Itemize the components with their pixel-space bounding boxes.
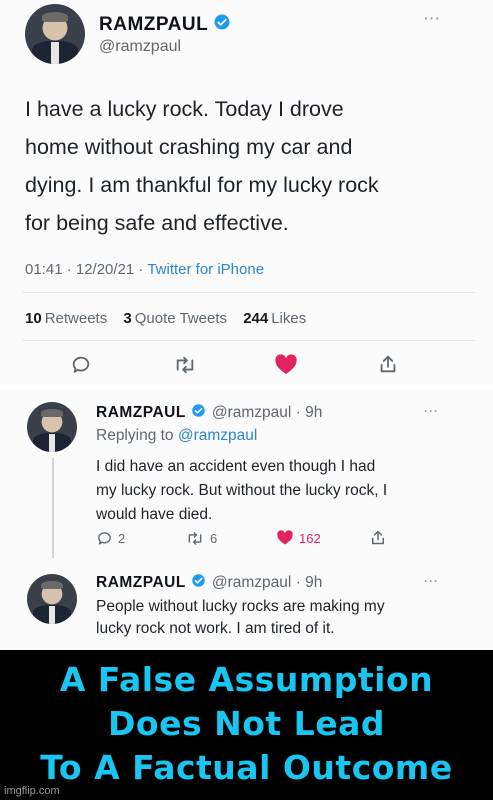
- quote-tweets-count: 3: [123, 310, 132, 327]
- share-icon[interactable]: [377, 352, 399, 376]
- verified-badge-icon: [191, 403, 206, 423]
- reply-handle-time[interactable]: @ramzpaul · 9h: [212, 574, 323, 592]
- reply-author-row: RAMZPAUL @ramzpaul · 9h: [96, 573, 322, 593]
- retweet-count: 6: [210, 531, 218, 546]
- reply-handle-time[interactable]: @ramzpaul · 9h: [212, 404, 323, 422]
- reply-author-row: RAMZPAUL @ramzpaul · 9h: [96, 403, 322, 423]
- like-action[interactable]: 162: [276, 530, 321, 546]
- replying-to-label: Replying to: [96, 427, 178, 444]
- likes-count: 244: [243, 310, 269, 327]
- reply-author-name[interactable]: RAMZPAUL: [96, 404, 186, 422]
- reply-author-name[interactable]: RAMZPAUL: [96, 574, 186, 592]
- reply-icon[interactable]: [70, 354, 92, 376]
- reply-text-line: I did have an accident even though I had: [96, 458, 376, 475]
- caption-line: Does Not Lead: [108, 704, 385, 743]
- tweet-meta: 01:41 · 12/20/21 · Twitter for iPhone: [25, 261, 264, 278]
- replying-to-handle[interactable]: @ramzpaul: [178, 427, 257, 444]
- main-tweet: RAMZPAUL @ramzpaul ··· I have a lucky ro…: [0, 0, 493, 385]
- author-handle[interactable]: @ramzpaul: [99, 38, 181, 56]
- tweet-text: I have a lucky rock. Today I drove home …: [25, 90, 379, 242]
- reply-count: 2: [118, 531, 126, 546]
- watermark: imgflip.com: [4, 785, 60, 797]
- caption-line: A False Assumption: [59, 660, 434, 699]
- tweet-text-line: I have a lucky rock. Today I drove: [25, 97, 344, 121]
- divider: [22, 340, 475, 341]
- replies-thread: RAMZPAUL @ramzpaul · 9h ··· Replying to …: [0, 390, 493, 650]
- caption-line: To A Factual Outcome: [40, 748, 453, 787]
- like-count: 162: [299, 530, 321, 546]
- reply-text-line: People without lucky rocks are making my: [96, 598, 385, 615]
- tweet-client-link[interactable]: Twitter for iPhone: [147, 261, 264, 278]
- reply-icon: [98, 532, 111, 545]
- reply-text: People without lucky rocks are making my…: [96, 596, 385, 640]
- divider: [22, 292, 475, 293]
- retweets-stat[interactable]: 10 Retweets: [25, 310, 107, 327]
- reply-text-line: would have died.: [96, 506, 213, 523]
- reply-text-line: my lucky rock. But without the lucky roc…: [96, 482, 388, 499]
- reply-text-line: lucky rock not work. I am tired of it.: [96, 620, 335, 637]
- more-horizontal-icon[interactable]: ···: [424, 574, 439, 588]
- tweet-text-line: for being safe and effective.: [25, 211, 289, 235]
- author-avatar[interactable]: [25, 4, 85, 64]
- reply-action[interactable]: 2: [96, 530, 125, 547]
- heart-icon[interactable]: [274, 354, 298, 376]
- verified-badge-icon: [191, 573, 206, 593]
- verified-badge-icon: [213, 13, 231, 36]
- replying-to: Replying to @ramzpaul: [96, 427, 257, 445]
- author-name-row: RAMZPAUL: [99, 13, 231, 36]
- reply-author-avatar[interactable]: [27, 574, 77, 624]
- retweets-count: 10: [25, 310, 42, 327]
- likes-stat[interactable]: 244 Likes: [243, 310, 306, 327]
- heart-icon: [277, 530, 293, 545]
- quote-tweets-label: Quote Tweets: [134, 310, 228, 327]
- retweet-icon[interactable]: [172, 354, 198, 376]
- author-name[interactable]: RAMZPAUL: [99, 14, 208, 36]
- more-horizontal-icon[interactable]: ···: [424, 10, 441, 26]
- quote-tweets-stat[interactable]: 3 Quote Tweets: [123, 310, 227, 327]
- reply-author-avatar[interactable]: [27, 402, 77, 452]
- tweet-text-line: home without crashing my car and: [25, 135, 353, 159]
- reply-text: I did have an accident even though I had…: [96, 455, 387, 527]
- thread-line: [52, 458, 54, 558]
- retweet-action[interactable]: 6: [185, 530, 217, 547]
- more-horizontal-icon[interactable]: ···: [424, 404, 439, 418]
- tweet-timestamp[interactable]: 01:41 · 12/20/21 ·: [25, 261, 147, 278]
- retweet-icon: [188, 532, 202, 545]
- tweet-text-line: dying. I am thankful for my lucky rock: [25, 173, 379, 197]
- share-icon[interactable]: [369, 528, 387, 547]
- retweets-label: Retweets: [44, 310, 108, 327]
- likes-label: Likes: [271, 310, 307, 327]
- meme-caption: A False Assumption Does Not Lead To A Fa…: [0, 650, 493, 800]
- tweet-stats: 10 Retweets 3 Quote Tweets 244 Likes: [25, 310, 306, 327]
